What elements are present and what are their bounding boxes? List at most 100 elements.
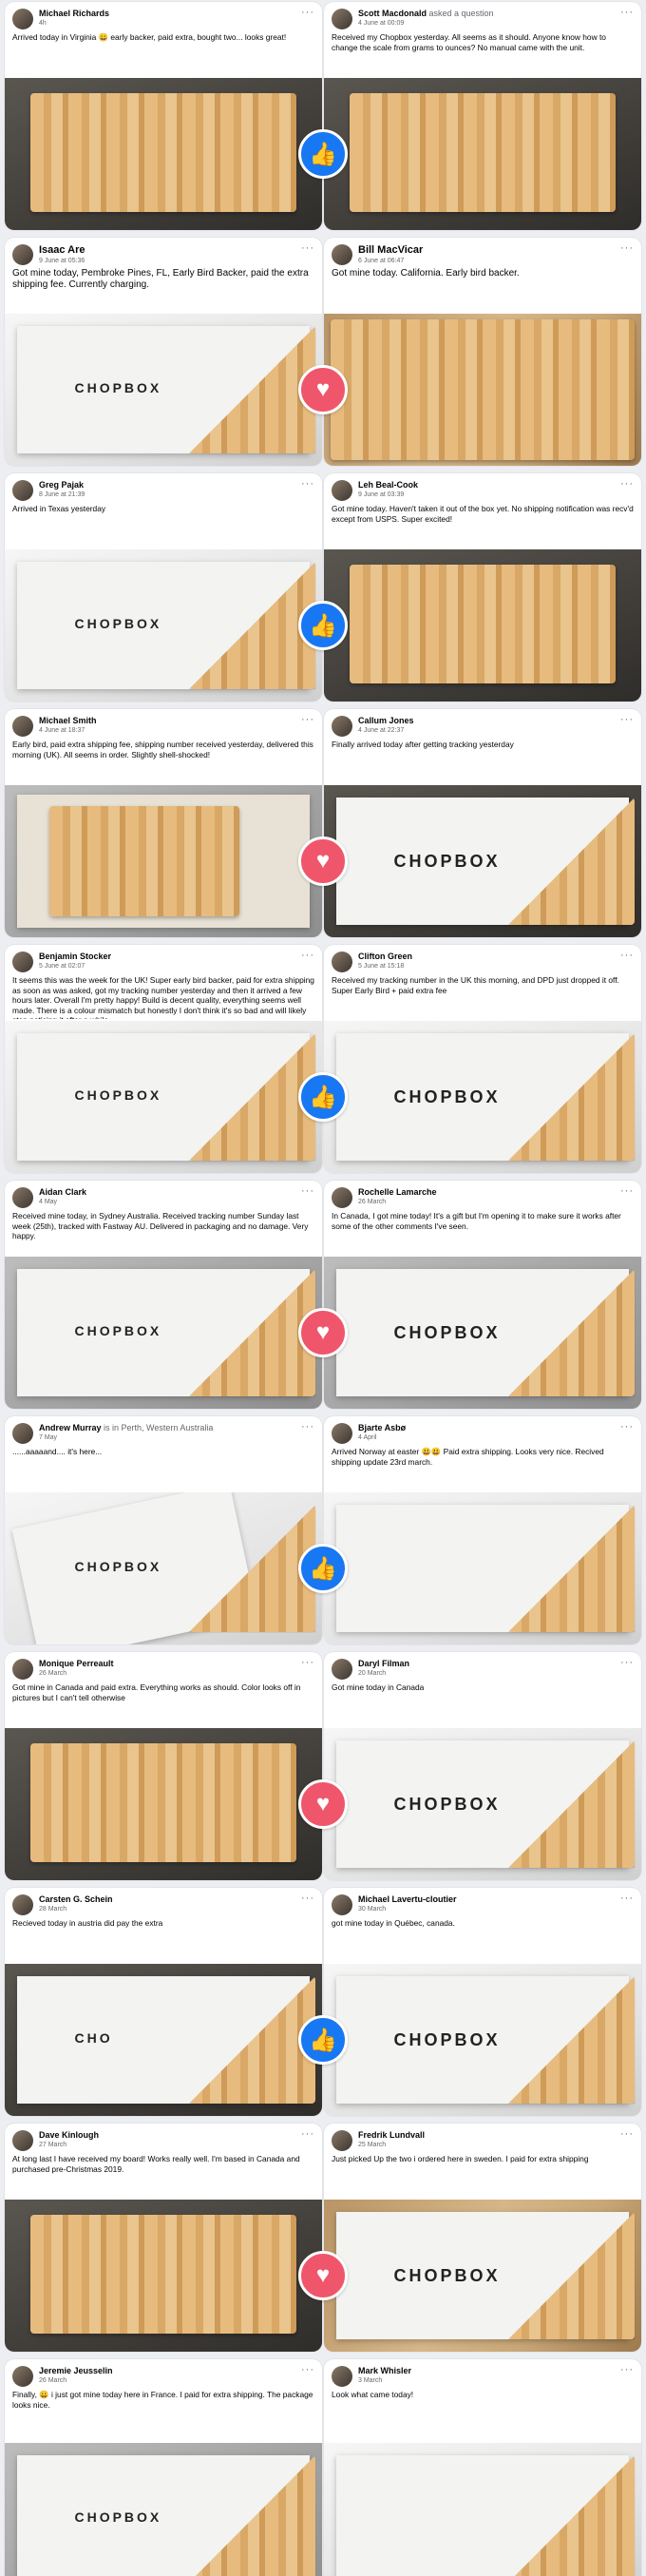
post-time[interactable]: 9 June at 03:39 [358, 490, 418, 499]
post-photo[interactable]: CHO [5, 1964, 322, 2116]
post-photo[interactable]: CHOPBOX [324, 2200, 641, 2352]
more-options-icon[interactable]: ··· [301, 1421, 314, 1432]
more-options-icon[interactable]: ··· [301, 7, 314, 18]
author-name[interactable]: Bjarte Asbø [358, 1423, 406, 1432]
post-photo[interactable]: CHOPBOX [5, 314, 322, 466]
more-options-icon[interactable]: ··· [620, 950, 634, 961]
avatar[interactable] [332, 1423, 352, 1444]
avatar[interactable] [332, 1187, 352, 1208]
author-name[interactable]: Isaac Are [39, 244, 86, 256]
post-photo[interactable]: CHOPBOX [5, 1492, 322, 1644]
avatar[interactable] [12, 9, 33, 29]
author-name[interactable]: Monique Perreault [39, 1659, 114, 1668]
avatar[interactable] [332, 952, 352, 972]
more-options-icon[interactable]: ··· [301, 950, 314, 961]
avatar[interactable] [332, 1894, 352, 1915]
post-photo[interactable]: CHOPBOX [324, 1964, 641, 2116]
author-name[interactable]: Michael Richards [39, 9, 109, 18]
post-time[interactable]: 4 June at 22:37 [358, 726, 414, 735]
post-photo[interactable] [5, 785, 322, 937]
more-options-icon[interactable]: ··· [301, 1657, 314, 1668]
post-photo[interactable] [5, 78, 322, 230]
post-photo[interactable] [5, 2200, 322, 2352]
author-name[interactable]: Scott Macdonald [358, 9, 427, 18]
author-name[interactable]: Michael Smith [39, 716, 97, 725]
avatar[interactable] [332, 244, 352, 265]
author-name[interactable]: Michael Lavertu-cloutier [358, 1894, 457, 1904]
more-options-icon[interactable]: ··· [620, 2364, 634, 2375]
post-photo[interactable] [324, 2443, 641, 2576]
avatar[interactable] [332, 2366, 352, 2387]
author-name[interactable]: Benjamin Stocker [39, 952, 111, 961]
author-name[interactable]: Callum Jones [358, 716, 414, 725]
author-name[interactable]: Mark Whisler [358, 2366, 411, 2375]
post-photo[interactable]: CHOPBOX [324, 1021, 641, 1173]
post-time[interactable]: 4 June at 00:09 [358, 19, 494, 28]
post-time[interactable]: 5 June at 15:18 [358, 962, 412, 971]
author-name[interactable]: Fredrik Lundvall [358, 2130, 425, 2140]
post-time[interactable]: 4h [39, 19, 109, 28]
author-name[interactable]: Bill MacVicar [358, 244, 423, 256]
post-time[interactable]: 20 March [358, 1669, 409, 1678]
post-photo[interactable] [324, 78, 641, 230]
post-photo[interactable] [324, 314, 641, 466]
more-options-icon[interactable]: ··· [301, 242, 314, 254]
author-name[interactable]: Greg Pajak [39, 480, 84, 490]
post-photo[interactable]: CHOPBOX [5, 549, 322, 702]
avatar[interactable] [332, 2130, 352, 2151]
avatar[interactable] [12, 716, 33, 737]
author-name[interactable]: Rochelle Lamarche [358, 1187, 437, 1197]
post-photo[interactable]: CHOPBOX [324, 785, 641, 937]
avatar[interactable] [12, 244, 33, 265]
avatar[interactable] [12, 952, 33, 972]
more-options-icon[interactable]: ··· [620, 478, 634, 490]
post-time[interactable]: 26 March [39, 1669, 114, 1678]
post-photo[interactable]: CHOPBOX [324, 1728, 641, 1880]
post-photo[interactable]: CHOPBOX [5, 2443, 322, 2576]
avatar[interactable] [12, 1659, 33, 1680]
author-name[interactable]: Jeremie Jeusselin [39, 2366, 113, 2375]
more-options-icon[interactable]: ··· [620, 2128, 634, 2140]
avatar[interactable] [12, 1423, 33, 1444]
author-name[interactable]: Clifton Green [358, 952, 412, 961]
post-photo[interactable] [324, 1492, 641, 1644]
more-options-icon[interactable]: ··· [620, 1657, 634, 1668]
post-photo[interactable] [324, 549, 641, 702]
post-time[interactable]: 6 June at 06:47 [358, 257, 423, 265]
more-options-icon[interactable]: ··· [620, 242, 634, 254]
author-name[interactable]: Carsten G. Schein [39, 1894, 113, 1904]
more-options-icon[interactable]: ··· [301, 2364, 314, 2375]
avatar[interactable] [332, 9, 352, 29]
post-time[interactable]: 4 June at 18:37 [39, 726, 97, 735]
post-time[interactable]: 8 June at 21:39 [39, 490, 85, 499]
post-time[interactable]: 5 June at 02:07 [39, 962, 111, 971]
post-photo[interactable] [5, 1728, 322, 1880]
more-options-icon[interactable]: ··· [301, 1185, 314, 1197]
more-options-icon[interactable]: ··· [620, 1893, 634, 1904]
avatar[interactable] [12, 1187, 33, 1208]
more-options-icon[interactable]: ··· [301, 478, 314, 490]
avatar[interactable] [332, 1659, 352, 1680]
avatar[interactable] [12, 2130, 33, 2151]
avatar[interactable] [12, 480, 33, 501]
more-options-icon[interactable]: ··· [620, 714, 634, 725]
author-name[interactable]: Andrew Murray [39, 1423, 102, 1432]
post-time[interactable]: 7 May [39, 1433, 213, 1442]
post-time[interactable]: 25 March [358, 2141, 425, 2149]
avatar[interactable] [12, 2366, 33, 2387]
more-options-icon[interactable]: ··· [301, 1893, 314, 1904]
more-options-icon[interactable]: ··· [301, 2128, 314, 2140]
more-options-icon[interactable]: ··· [620, 7, 634, 18]
post-time[interactable]: 30 March [358, 1905, 457, 1913]
author-name[interactable]: Daryl Filman [358, 1659, 409, 1668]
more-options-icon[interactable]: ··· [620, 1185, 634, 1197]
post-time[interactable]: 3 March [358, 2376, 411, 2385]
post-photo[interactable]: CHOPBOX [324, 1257, 641, 1409]
post-time[interactable]: 26 March [39, 2376, 113, 2385]
avatar[interactable] [332, 716, 352, 737]
post-time[interactable]: 28 March [39, 1905, 113, 1913]
avatar[interactable] [332, 480, 352, 501]
more-options-icon[interactable]: ··· [301, 714, 314, 725]
post-time[interactable]: 9 June at 05:36 [39, 257, 86, 265]
author-name[interactable]: Dave Kinlough [39, 2130, 99, 2140]
